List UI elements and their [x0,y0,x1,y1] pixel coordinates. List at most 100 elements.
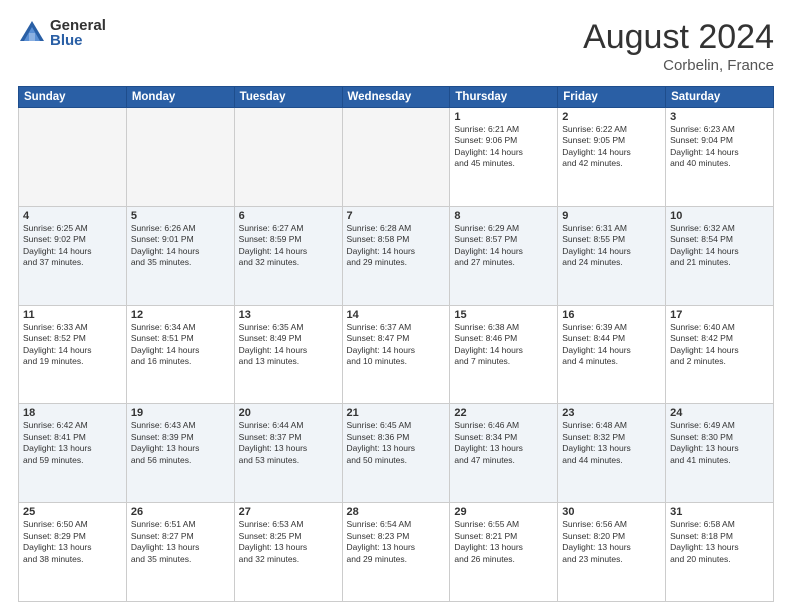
day-cell: 30Sunrise: 6:56 AMSunset: 8:20 PMDayligh… [558,503,666,602]
day-number: 30 [562,506,661,518]
day-info: Sunrise: 6:46 AMSunset: 8:34 PMDaylight:… [454,420,553,466]
day-number: 16 [562,309,661,321]
day-info: Sunrise: 6:28 AMSunset: 8:58 PMDaylight:… [347,223,446,269]
day-info: Sunrise: 6:22 AMSunset: 9:05 PMDaylight:… [562,124,661,170]
day-cell: 18Sunrise: 6:42 AMSunset: 8:41 PMDayligh… [19,404,127,503]
day-info: Sunrise: 6:43 AMSunset: 8:39 PMDaylight:… [131,420,230,466]
day-number: 26 [131,506,230,518]
day-number: 5 [131,210,230,222]
day-info: Sunrise: 6:39 AMSunset: 8:44 PMDaylight:… [562,322,661,368]
day-cell: 2Sunrise: 6:22 AMSunset: 9:05 PMDaylight… [558,108,666,207]
calendar-table: SundayMondayTuesdayWednesdayThursdayFrid… [18,86,774,602]
col-header-monday: Monday [126,87,234,108]
day-number: 22 [454,407,553,419]
week-row-1: 1Sunrise: 6:21 AMSunset: 9:06 PMDaylight… [19,108,774,207]
day-info: Sunrise: 6:50 AMSunset: 8:29 PMDaylight:… [23,519,122,565]
day-info: Sunrise: 6:56 AMSunset: 8:20 PMDaylight:… [562,519,661,565]
day-cell: 12Sunrise: 6:34 AMSunset: 8:51 PMDayligh… [126,305,234,404]
day-info: Sunrise: 6:35 AMSunset: 8:49 PMDaylight:… [239,322,338,368]
col-header-tuesday: Tuesday [234,87,342,108]
day-cell: 11Sunrise: 6:33 AMSunset: 8:52 PMDayligh… [19,305,127,404]
day-cell: 28Sunrise: 6:54 AMSunset: 8:23 PMDayligh… [342,503,450,602]
day-number: 6 [239,210,338,222]
day-cell: 26Sunrise: 6:51 AMSunset: 8:27 PMDayligh… [126,503,234,602]
week-row-2: 4Sunrise: 6:25 AMSunset: 9:02 PMDaylight… [19,206,774,305]
day-info: Sunrise: 6:33 AMSunset: 8:52 PMDaylight:… [23,322,122,368]
day-number: 24 [670,407,769,419]
day-cell: 31Sunrise: 6:58 AMSunset: 8:18 PMDayligh… [666,503,774,602]
day-cell: 23Sunrise: 6:48 AMSunset: 8:32 PMDayligh… [558,404,666,503]
title-month: August 2024 [583,18,774,57]
week-row-4: 18Sunrise: 6:42 AMSunset: 8:41 PMDayligh… [19,404,774,503]
calendar-header-row: SundayMondayTuesdayWednesdayThursdayFrid… [19,87,774,108]
day-info: Sunrise: 6:44 AMSunset: 8:37 PMDaylight:… [239,420,338,466]
day-cell [19,108,127,207]
day-info: Sunrise: 6:55 AMSunset: 8:21 PMDaylight:… [454,519,553,565]
day-number: 1 [454,111,553,123]
day-info: Sunrise: 6:45 AMSunset: 8:36 PMDaylight:… [347,420,446,466]
day-info: Sunrise: 6:58 AMSunset: 8:18 PMDaylight:… [670,519,769,565]
day-cell: 1Sunrise: 6:21 AMSunset: 9:06 PMDaylight… [450,108,558,207]
day-info: Sunrise: 6:49 AMSunset: 8:30 PMDaylight:… [670,420,769,466]
day-number: 21 [347,407,446,419]
day-cell: 5Sunrise: 6:26 AMSunset: 9:01 PMDaylight… [126,206,234,305]
day-cell [126,108,234,207]
day-cell: 13Sunrise: 6:35 AMSunset: 8:49 PMDayligh… [234,305,342,404]
day-number: 25 [23,506,122,518]
day-info: Sunrise: 6:31 AMSunset: 8:55 PMDaylight:… [562,223,661,269]
logo-text: General Blue [50,18,106,48]
day-number: 28 [347,506,446,518]
logo: General Blue [18,18,106,48]
day-number: 13 [239,309,338,321]
day-info: Sunrise: 6:51 AMSunset: 8:27 PMDaylight:… [131,519,230,565]
day-number: 10 [670,210,769,222]
day-number: 31 [670,506,769,518]
day-info: Sunrise: 6:29 AMSunset: 8:57 PMDaylight:… [454,223,553,269]
day-number: 9 [562,210,661,222]
day-info: Sunrise: 6:23 AMSunset: 9:04 PMDaylight:… [670,124,769,170]
header: General Blue August 2024 Corbelin, Franc… [18,18,774,74]
day-number: 29 [454,506,553,518]
col-header-sunday: Sunday [19,87,127,108]
day-cell: 22Sunrise: 6:46 AMSunset: 8:34 PMDayligh… [450,404,558,503]
day-number: 20 [239,407,338,419]
day-number: 7 [347,210,446,222]
day-cell: 15Sunrise: 6:38 AMSunset: 8:46 PMDayligh… [450,305,558,404]
day-cell: 25Sunrise: 6:50 AMSunset: 8:29 PMDayligh… [19,503,127,602]
day-cell: 19Sunrise: 6:43 AMSunset: 8:39 PMDayligh… [126,404,234,503]
col-header-friday: Friday [558,87,666,108]
day-info: Sunrise: 6:42 AMSunset: 8:41 PMDaylight:… [23,420,122,466]
day-info: Sunrise: 6:25 AMSunset: 9:02 PMDaylight:… [23,223,122,269]
day-info: Sunrise: 6:21 AMSunset: 9:06 PMDaylight:… [454,124,553,170]
day-number: 8 [454,210,553,222]
week-row-5: 25Sunrise: 6:50 AMSunset: 8:29 PMDayligh… [19,503,774,602]
page: General Blue August 2024 Corbelin, Franc… [0,0,792,612]
col-header-thursday: Thursday [450,87,558,108]
day-cell: 21Sunrise: 6:45 AMSunset: 8:36 PMDayligh… [342,404,450,503]
day-info: Sunrise: 6:53 AMSunset: 8:25 PMDaylight:… [239,519,338,565]
day-cell: 6Sunrise: 6:27 AMSunset: 8:59 PMDaylight… [234,206,342,305]
logo-blue: Blue [50,33,106,48]
day-cell: 24Sunrise: 6:49 AMSunset: 8:30 PMDayligh… [666,404,774,503]
day-info: Sunrise: 6:26 AMSunset: 9:01 PMDaylight:… [131,223,230,269]
day-number: 4 [23,210,122,222]
title-block: August 2024 Corbelin, France [583,18,774,74]
day-number: 27 [239,506,338,518]
title-location: Corbelin, France [583,57,774,74]
day-info: Sunrise: 6:40 AMSunset: 8:42 PMDaylight:… [670,322,769,368]
day-number: 11 [23,309,122,321]
day-info: Sunrise: 6:27 AMSunset: 8:59 PMDaylight:… [239,223,338,269]
day-cell: 8Sunrise: 6:29 AMSunset: 8:57 PMDaylight… [450,206,558,305]
day-cell: 20Sunrise: 6:44 AMSunset: 8:37 PMDayligh… [234,404,342,503]
day-cell: 10Sunrise: 6:32 AMSunset: 8:54 PMDayligh… [666,206,774,305]
logo-general: General [50,18,106,33]
day-number: 12 [131,309,230,321]
day-info: Sunrise: 6:37 AMSunset: 8:47 PMDaylight:… [347,322,446,368]
day-cell: 7Sunrise: 6:28 AMSunset: 8:58 PMDaylight… [342,206,450,305]
day-number: 23 [562,407,661,419]
day-number: 2 [562,111,661,123]
day-info: Sunrise: 6:54 AMSunset: 8:23 PMDaylight:… [347,519,446,565]
logo-icon [18,19,46,47]
day-number: 19 [131,407,230,419]
day-cell: 3Sunrise: 6:23 AMSunset: 9:04 PMDaylight… [666,108,774,207]
